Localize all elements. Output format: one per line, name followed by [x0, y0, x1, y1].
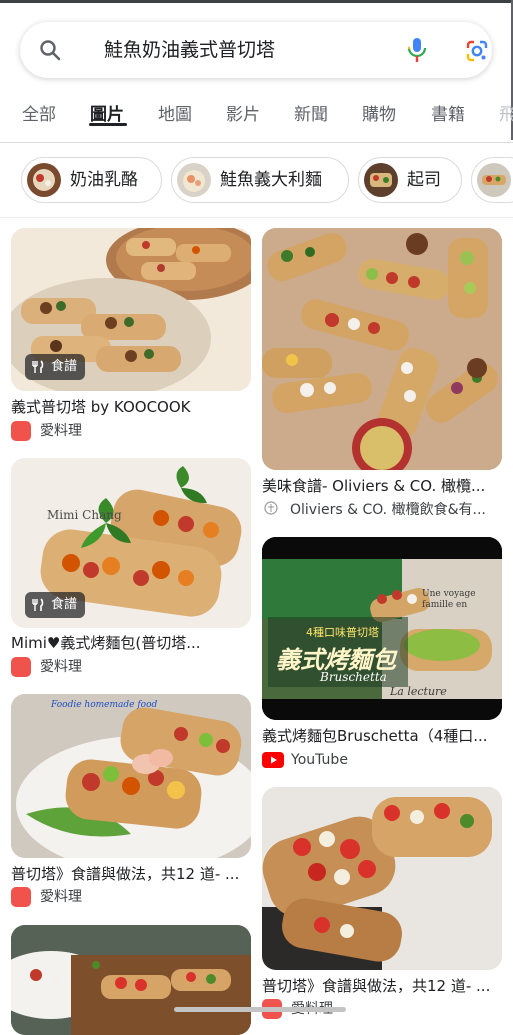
- chip-thumbnail: [364, 163, 398, 197]
- video-corner-text: La lecture: [390, 685, 447, 698]
- search-input[interactable]: 鮭魚奶油義式普切塔: [104, 38, 275, 62]
- result-source[interactable]: 愛料理: [40, 888, 250, 906]
- tab-news[interactable]: 新聞: [294, 104, 328, 126]
- watermark-text: Foodie homemade food: [51, 700, 158, 710]
- search-tabs: 全部 圖片 地圖 影片 新聞 購物 書籍 飛: [0, 98, 513, 142]
- result-image[interactable]: 食譜: [11, 228, 251, 391]
- recipe-badge: 食譜: [25, 354, 86, 380]
- tab-flights[interactable]: 飛: [499, 104, 513, 126]
- microphone-icon[interactable]: [404, 36, 430, 64]
- search-icon: [40, 40, 61, 61]
- chip-thumbnail: [477, 163, 511, 197]
- chip-salmon-pasta[interactable]: 鮭魚義大利麵: [171, 157, 349, 203]
- result-title[interactable]: 美味食譜- Oliviers & CO. 橄欖...: [262, 476, 502, 496]
- badge-label: 食譜: [51, 597, 78, 612]
- result-title[interactable]: 義式烤麵包Bruschetta（4種口...: [262, 726, 502, 746]
- fork-knife-icon: [32, 360, 44, 373]
- result-title[interactable]: 普切塔》食譜與做法，共12 道- ...: [262, 976, 502, 996]
- search-bar[interactable]: 鮭魚奶油義式普切塔: [20, 22, 492, 78]
- tab-shopping[interactable]: 購物: [362, 104, 396, 126]
- result-image[interactable]: [262, 228, 502, 470]
- result-image[interactable]: [262, 787, 502, 970]
- tab-videos[interactable]: 影片: [226, 104, 260, 126]
- chip-cream-cheese[interactable]: 奶油乳酪: [21, 157, 162, 203]
- ailiaoli-icon: [11, 657, 31, 677]
- result-title[interactable]: 義式普切塔 by KOOCOOK: [11, 397, 251, 417]
- chip-more[interactable]: [471, 157, 513, 203]
- chips-divider: [0, 217, 513, 218]
- tab-maps[interactable]: 地圖: [158, 104, 192, 126]
- chip-label: 奶油乳酪: [70, 170, 138, 190]
- result-title[interactable]: Mimi♥義式烤麵包(普切塔...: [11, 633, 251, 653]
- result-source[interactable]: Oliviers & CO. 橄欖飲食&有...: [290, 501, 502, 519]
- result-source[interactable]: 愛料理: [40, 422, 250, 440]
- result-source[interactable]: 愛料理: [40, 658, 250, 676]
- ailiaoli-icon: [11, 421, 31, 441]
- chip-thumbnail: [177, 163, 211, 197]
- tab-books[interactable]: 書籍: [431, 104, 465, 126]
- chip-thumbnail: [27, 163, 61, 197]
- badge-label: 食譜: [51, 359, 78, 374]
- result-image[interactable]: [11, 925, 251, 1035]
- home-indicator[interactable]: [174, 1007, 346, 1012]
- tab-all[interactable]: 全部: [22, 104, 56, 126]
- oliviers-logo-icon: [264, 501, 278, 515]
- result-source[interactable]: YouTube: [291, 751, 501, 769]
- related-chips: 奶油乳酪 鮭魚義大利麵 起司: [0, 157, 513, 205]
- result-title[interactable]: 普切塔》食譜與做法，共12 道- ...: [11, 864, 251, 884]
- result-image[interactable]: Mimi Chang 食譜: [11, 458, 251, 628]
- tabs-divider: [0, 142, 513, 143]
- google-lens-icon[interactable]: [465, 39, 489, 63]
- ailiaoli-icon: [11, 887, 31, 907]
- chip-label: 起司: [407, 170, 441, 190]
- watermark-text: Mimi Chang: [47, 508, 122, 522]
- chip-label: 鮭魚義大利麵: [220, 170, 322, 190]
- result-image[interactable]: Foodie homemade food: [11, 694, 251, 858]
- youtube-icon: [262, 752, 284, 768]
- result-video-thumbnail[interactable]: 4種口味普切塔 義式烤麵包 Bruschetta La lecture Une …: [262, 537, 502, 720]
- chip-cheese[interactable]: 起司: [358, 157, 462, 203]
- video-bg-text: Une voyage famille en: [422, 589, 476, 610]
- video-subtitle-text: Bruschetta: [320, 670, 387, 684]
- status-strip: [0, 0, 513, 3]
- fork-knife-icon: [32, 598, 44, 611]
- active-tab-indicator: [89, 123, 127, 126]
- video-caption: 4種口味普切塔: [306, 626, 379, 639]
- recipe-badge: 食譜: [25, 592, 86, 618]
